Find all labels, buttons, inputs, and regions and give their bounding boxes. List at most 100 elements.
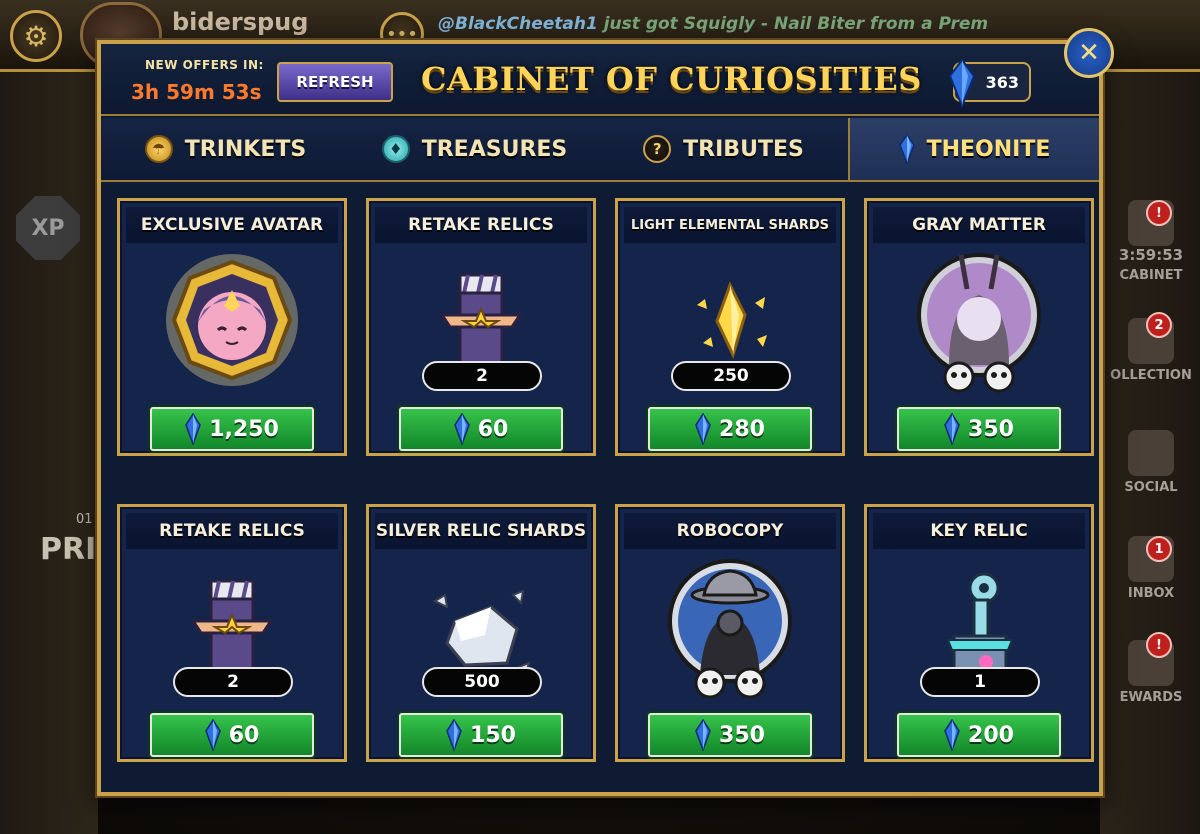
alert-badge: 1 [1146, 536, 1172, 562]
price-value: 280 [719, 416, 765, 442]
shop-item-card[interactable]: SILVER RELIC SHARDS 500 150 [366, 504, 596, 762]
buy-button[interactable]: 280 [648, 407, 812, 451]
theonite-gem-icon [944, 413, 960, 445]
portrait-art [873, 245, 1085, 395]
buy-button[interactable]: 350 [897, 407, 1061, 451]
theonite-gem-icon [453, 413, 470, 445]
shop-item-card[interactable]: EXCLUSIVE AVATAR 1,250 [117, 198, 347, 456]
buy-button[interactable]: 1,250 [150, 407, 314, 451]
tab-label: TRINKETS [184, 136, 307, 162]
inbox-label: INBOX [1127, 586, 1175, 601]
ticker-item: Squigly - Nail Biter from a Prem [683, 14, 989, 34]
shop-item-card[interactable]: LIGHT ELEMENTAL SHARDS 250 280 [615, 198, 845, 456]
tab-treasures[interactable]: ♦ TREASURES [350, 118, 599, 180]
theonite-gem-icon [185, 413, 202, 445]
player-name: biderspug [172, 8, 309, 36]
shop-item-card[interactable]: GRAY MATTER 350 [864, 198, 1094, 456]
left-sidebar [0, 72, 98, 834]
retake-relic-icon [190, 579, 274, 671]
new-offers-timer: 3h 59m 53s [131, 80, 262, 104]
news-ticker: @BlackCheetah1 just got Squigly - Nail B… [438, 14, 1078, 34]
exclusive-avatar-icon [166, 254, 298, 386]
close-icon: ✕ [1078, 38, 1100, 68]
tab-label: TREASURES [421, 136, 568, 162]
quantity-pill: 2 [422, 361, 542, 391]
close-button[interactable]: ✕ [1064, 28, 1114, 78]
price-value: 150 [470, 722, 516, 748]
theonite-gem-icon [204, 719, 221, 751]
gray-matter-portrait-icon [917, 253, 1041, 393]
avatar-art [126, 245, 338, 395]
tab-theonite[interactable]: THEONITE [848, 118, 1099, 180]
tab-trinkets[interactable]: ☂ TRINKETS [101, 118, 350, 180]
shop-item-card[interactable]: RETAKE RELICS 2 60 [117, 504, 347, 762]
ticker-text: just got [597, 14, 684, 34]
robocopy-portrait-icon [668, 559, 792, 699]
alert-badge: 2 [1146, 312, 1172, 338]
theonite-gem-icon [446, 719, 462, 751]
treasure-icon: ♦ [381, 135, 410, 163]
price-value: 60 [228, 722, 260, 748]
theonite-gem-icon [695, 719, 711, 751]
prize-number: 01 [76, 512, 93, 527]
refresh-button[interactable]: REFRESH [277, 62, 393, 102]
retake-relic-icon [439, 273, 523, 365]
theonite-gem-icon [695, 413, 711, 445]
social-icon [1128, 430, 1174, 476]
price-value: 350 [719, 722, 765, 748]
light-elemental-shard-icon [697, 281, 767, 360]
modal-header: NEW OFFERS IN: 3h 59m 53s REFRESH CABINE… [101, 44, 1099, 116]
item-title: KEY RELIC [873, 513, 1085, 549]
tab-label: THEONITE [926, 136, 1051, 162]
xp-label: XP [31, 215, 65, 241]
cabinet-modal: NEW OFFERS IN: 3h 59m 53s REFRESH CABINE… [97, 40, 1103, 796]
shop-item-card[interactable]: KEY RELIC 1 200 [864, 504, 1094, 762]
portrait-art [624, 551, 836, 701]
item-title: SILVER RELIC SHARDS [375, 513, 587, 549]
item-title: RETAKE RELICS [126, 513, 338, 549]
buy-button[interactable]: 60 [150, 713, 314, 757]
gear-icon: ⚙ [23, 19, 49, 53]
shop-item-card[interactable]: ROBOCOPY 350 [615, 504, 845, 762]
quantity-pill: 500 [422, 667, 542, 697]
tribute-question-icon: ? [643, 135, 672, 163]
sidebar-item-social[interactable]: SOCIAL [1104, 430, 1198, 495]
price-value: 1,250 [209, 416, 279, 442]
quantity-pill: 1 [920, 667, 1040, 697]
silver-relic-shard-icon [432, 589, 531, 678]
xp-badge[interactable]: XP [16, 196, 80, 260]
page-title: CABINET OF CURIOSITIES [421, 60, 922, 98]
rewards-label: EWARDS [1119, 690, 1183, 705]
buy-button[interactable]: 200 [897, 713, 1061, 757]
alert-badge: ! [1146, 200, 1172, 226]
social-label: SOCIAL [1124, 480, 1178, 495]
ticker-user: @BlackCheetah1 [438, 14, 598, 34]
price-value: 350 [968, 416, 1014, 442]
settings-gear-button[interactable]: ⚙ [10, 10, 62, 62]
shop-item-card[interactable]: RETAKE RELICS 2 60 [366, 198, 596, 456]
balance-value: 363 [985, 72, 1019, 92]
price-value: 200 [968, 722, 1014, 748]
price-value: 60 [477, 416, 509, 442]
theonite-balance: 363 [948, 58, 1031, 108]
item-title: GRAY MATTER [873, 207, 1085, 243]
cabinet-label: CABINET [1119, 268, 1183, 283]
new-offers-label: NEW OFFERS IN: [145, 58, 264, 72]
buy-button[interactable]: 60 [399, 407, 563, 451]
collection-label: OLLECTION [1110, 368, 1192, 383]
theonite-gem-icon [898, 134, 915, 164]
item-title: RETAKE RELICS [375, 207, 587, 243]
alert-badge: ! [1146, 632, 1172, 658]
item-title: LIGHT ELEMENTAL SHARDS [624, 207, 836, 243]
tab-label: TRIBUTES [683, 136, 804, 162]
theonite-gem-icon [944, 719, 960, 751]
buy-button[interactable]: 350 [648, 713, 812, 757]
item-title: EXCLUSIVE AVATAR [126, 207, 338, 243]
tab-tributes[interactable]: ? TRIBUTES [599, 118, 848, 180]
quantity-pill: 250 [671, 361, 791, 391]
quantity-pill: 2 [173, 667, 293, 697]
buy-button[interactable]: 150 [399, 713, 563, 757]
cabinet-timer: 3:59:53 [1118, 246, 1184, 264]
trinket-coin-icon: ☂ [144, 135, 173, 163]
item-title: ROBOCOPY [624, 513, 836, 549]
